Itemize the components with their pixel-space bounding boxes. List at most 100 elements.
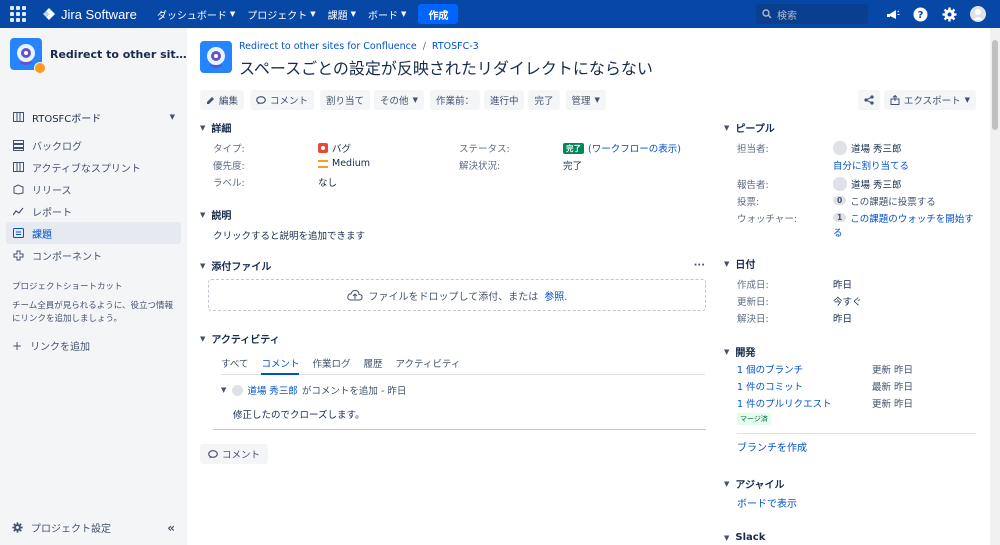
board-selector[interactable]: RTOSFCボード ▼	[0, 108, 187, 126]
view-on-board-link[interactable]: ボードで表示	[737, 495, 976, 510]
nav-projects[interactable]: プロジェクト ▼	[247, 7, 315, 22]
chevron-down-icon[interactable]: ▼	[221, 386, 226, 394]
more-options-icon[interactable]: ···	[694, 260, 705, 271]
nav-issues[interactable]: 課題 ▼	[328, 7, 356, 22]
notifications-icon[interactable]	[884, 5, 902, 23]
more-button[interactable]: その他 ▼	[374, 90, 424, 110]
create-branch-link[interactable]: ブランチを作成	[737, 439, 976, 454]
status-badge[interactable]: 完了	[563, 142, 584, 154]
in-progress-button[interactable]: 進行中	[483, 90, 525, 110]
attachments-section: ▼ 添付ファイル ··· ファイルをドロップして添付、または 参照.	[200, 258, 706, 311]
votes-label: 投票:	[737, 196, 760, 208]
sidebar-item-reports[interactable]: レポート	[0, 200, 187, 222]
collapse-sidebar-icon[interactable]: «	[167, 521, 175, 535]
chevron-down-icon: ▼	[310, 10, 316, 18]
breadcrumb-project-link[interactable]: Redirect to other sites for Confluence	[239, 41, 417, 52]
issue-title[interactable]: スペースごとの設定が反映されたリダイレクトにならない	[239, 55, 653, 79]
browse-link[interactable]: 参照.	[544, 288, 567, 303]
assign-to-me-link[interactable]: 自分に割り当てる	[833, 158, 909, 172]
app-switcher-icon[interactable]	[4, 0, 32, 28]
sidebar-item-backlog[interactable]: バックログ	[0, 134, 187, 156]
type-value[interactable]: バグ	[318, 141, 351, 155]
priority-value[interactable]: Medium	[318, 158, 370, 169]
vote-link[interactable]: この課題に投票する	[850, 194, 936, 208]
assign-button[interactable]: 割り当て	[320, 90, 371, 110]
tab-activity[interactable]: アクティビティ	[396, 356, 461, 375]
votes-count-badge: 0	[833, 196, 847, 205]
chevron-down-icon: ▼	[200, 261, 206, 270]
pull-requests-link[interactable]: 1 件のプルリクエスト	[737, 396, 832, 410]
sidebar-item-label: アクティブなスプリント	[32, 163, 141, 175]
watch-link-continued[interactable]: る	[833, 225, 843, 239]
comment-author-link[interactable]: 道場 秀三郎	[247, 383, 298, 397]
project-settings-label: プロジェクト設定	[31, 524, 111, 535]
nav-dashboards[interactable]: ダッシュボード ▼	[157, 7, 235, 22]
dates-heading[interactable]: ▼ 日付	[724, 256, 976, 272]
edit-button[interactable]: 編集	[200, 90, 245, 110]
board-icon	[12, 111, 24, 123]
product-name: Jira Software	[61, 6, 137, 22]
export-icon	[890, 95, 900, 105]
slack-heading[interactable]: ▼ Slack	[724, 532, 976, 543]
profile-avatar[interactable]	[969, 5, 987, 23]
add-link-button[interactable]: + リンクを追加	[0, 338, 187, 354]
reporter-value[interactable]: 道場 秀三郎	[833, 176, 902, 191]
scrollbar-thumb[interactable]	[992, 40, 998, 130]
chevron-down-icon: ▼	[964, 96, 970, 104]
sidebar-item-active-sprint[interactable]: アクティブなスプリント	[0, 156, 187, 178]
chevron-down-icon: ▼	[724, 347, 730, 356]
share-button[interactable]	[857, 90, 880, 110]
release-icon	[12, 183, 24, 195]
pencil-icon	[207, 96, 214, 104]
tab-history[interactable]: 履歴	[364, 356, 383, 375]
settings-gear-icon[interactable]	[940, 5, 958, 23]
details-heading[interactable]: ▼ 詳細	[200, 120, 710, 136]
help-icon[interactable]: ?	[911, 5, 929, 23]
tab-worklog[interactable]: 作業ログ	[312, 356, 350, 375]
commits-link[interactable]: 1 件のコミット	[737, 379, 803, 393]
attachments-heading-label: 添付ファイル	[211, 262, 272, 273]
attachments-heading[interactable]: ▼ 添付ファイル	[200, 258, 272, 274]
upload-cloud-icon	[346, 289, 363, 301]
avatar	[232, 384, 244, 396]
created-label: 作成日:	[737, 279, 769, 291]
project-sidebar: Redirect to other sit… RTOSFCボード ▼ バックログ…	[0, 28, 187, 545]
commits-meta: 最新 昨日	[872, 382, 914, 393]
page-scrollbar[interactable]	[990, 28, 1000, 545]
watch-link[interactable]: この課題のウォッチを開始す	[850, 211, 974, 225]
sidebar-item-label: 課題	[32, 229, 52, 241]
create-button[interactable]: 作成	[418, 4, 459, 24]
admin-button[interactable]: 管理 ▼	[565, 90, 606, 110]
chevron-down-icon: ▼	[724, 259, 730, 268]
add-comment-button[interactable]: コメント	[200, 444, 269, 464]
project-settings-link[interactable]: プロジェクト設定	[12, 520, 111, 535]
project-header[interactable]: Redirect to other sit…	[0, 28, 187, 80]
nav-boards[interactable]: ボード ▼	[368, 7, 406, 22]
chevron-down-icon: ▼	[724, 533, 730, 542]
branches-link[interactable]: 1 個のブランチ	[737, 362, 803, 376]
description-heading[interactable]: ▼ 説明	[200, 207, 365, 223]
assignee-value[interactable]: 道場 秀三郎	[833, 140, 902, 155]
done-button[interactable]: 完了	[528, 90, 560, 110]
sidebar-item-components[interactable]: コンポーネント	[0, 244, 187, 266]
development-heading[interactable]: ▼ 開発	[724, 344, 976, 360]
agile-heading[interactable]: ▼ アジャイル	[724, 476, 976, 492]
comment-button[interactable]: コメント	[250, 90, 315, 110]
sidebar-item-issues[interactable]: 課題	[6, 222, 181, 244]
people-heading[interactable]: ▼ ピープル	[724, 120, 976, 136]
activity-heading[interactable]: ▼ アクティビティ	[200, 331, 705, 347]
workflow-label-button[interactable]: 作業前：	[429, 90, 480, 110]
jira-logo[interactable]: Jira Software	[42, 7, 137, 22]
breadcrumb-issue-key-link[interactable]: RTOSFC-3	[432, 41, 479, 52]
tab-all[interactable]: すべて	[221, 356, 248, 375]
description-heading-label: 説明	[211, 211, 232, 222]
description-placeholder[interactable]: クリックすると説明を追加できます	[213, 228, 365, 242]
labels-value[interactable]: なし	[318, 175, 337, 189]
export-button[interactable]: エクスポート ▼	[883, 90, 976, 110]
sidebar-item-releases[interactable]: リリース	[0, 178, 187, 200]
attachment-dropzone[interactable]: ファイルをドロップして添付、または 参照.	[208, 279, 706, 311]
chevron-down-icon: ▼	[350, 10, 357, 18]
search-input[interactable]: 検索	[756, 4, 868, 24]
view-workflow-link[interactable]: (ワークフローの表示)	[588, 141, 681, 155]
tab-comments[interactable]: コメント	[261, 356, 300, 375]
